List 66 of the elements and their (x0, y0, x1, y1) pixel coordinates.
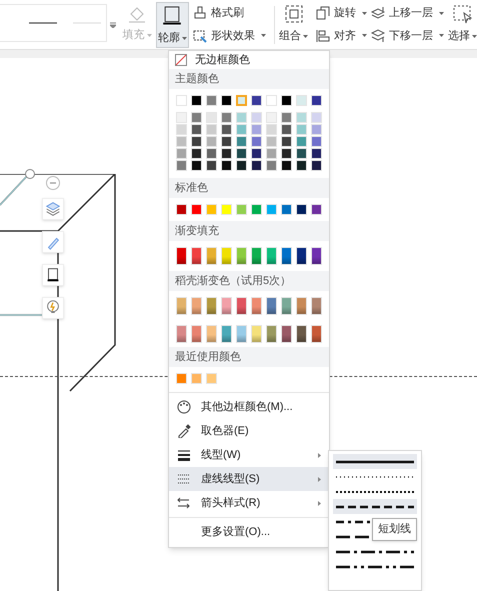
caret-icon (439, 12, 444, 15)
menu-item[interactable]: 取色器(E) (169, 419, 329, 443)
section-header: 渐变填充 (169, 221, 329, 241)
line-preview-icon (29, 22, 57, 24)
menu-item[interactable]: 更多设置(O)... (169, 520, 329, 544)
caret-icon (261, 34, 266, 38)
menu-item[interactable]: 线型(W) (169, 443, 329, 467)
caret-icon (303, 34, 308, 38)
tool-button[interactable]: 形状效果 (193, 28, 266, 44)
menu-item[interactable]: 无边框颜色 (169, 51, 329, 69)
rotate-icon (316, 6, 330, 20)
layer-down-icon (371, 28, 385, 43)
dash-style-item[interactable] (333, 454, 417, 469)
color-swatch[interactable] (236, 95, 247, 106)
resize-handle-icon (25, 169, 35, 179)
caret-icon (362, 12, 367, 15)
tool-button[interactable]: 格式刷 (193, 5, 266, 22)
submenu-arrow-icon (318, 500, 321, 506)
caret-icon (472, 34, 477, 38)
outline-icon (161, 4, 184, 26)
outline-button[interactable]: 轮廓 (156, 2, 190, 48)
layers-icon (44, 200, 62, 218)
line-preview-icon (73, 22, 101, 24)
more-icon (110, 22, 116, 28)
dash-pattern-icon (336, 564, 414, 568)
caret-icon (146, 34, 152, 37)
group-button[interactable]: 组合 (279, 4, 308, 45)
dashed-lines-icon (177, 472, 191, 486)
paint-bucket-icon (127, 5, 148, 24)
dash-pattern-icon (336, 504, 414, 508)
menu-item[interactable]: 箭头样式(R) (169, 491, 329, 515)
caret-icon (439, 34, 444, 38)
tool-button[interactable]: 旋转 (316, 5, 367, 22)
tool-button[interactable]: 上移一层 (371, 5, 444, 22)
palette-icon (177, 400, 191, 414)
submenu-arrow-icon (318, 476, 321, 482)
align-icon (316, 28, 330, 43)
menu-item[interactable]: 虚线线型(S) (169, 467, 329, 491)
tooltip: 短划线 (372, 518, 417, 540)
no-color-icon (175, 54, 187, 66)
floating-tool-button[interactable] (42, 264, 64, 286)
line-weight-icon (177, 448, 191, 462)
section-header: 稻壳渐变色（试用5次） (169, 271, 329, 291)
minus-icon (50, 182, 56, 184)
selection-icon (452, 4, 472, 24)
caret-icon (182, 36, 187, 40)
menu-item[interactable]: 其他边框颜色(M)... (169, 395, 329, 419)
section-header: 标准色 (169, 178, 329, 198)
eyedropper-icon (177, 424, 191, 438)
caret-icon (362, 34, 367, 38)
dash-pattern-icon (336, 550, 414, 554)
format-brush-icon (193, 6, 208, 20)
select-button[interactable]: 选择 (448, 4, 477, 45)
collapse-button[interactable] (46, 176, 60, 190)
tool-button[interactable]: 对齐 (316, 28, 367, 44)
arrow-style-icon (177, 496, 191, 510)
section-header: 最近使用颜色 (169, 347, 329, 367)
group-icon (284, 4, 304, 24)
dash-pattern-icon (336, 460, 414, 464)
dash-pattern-icon (336, 490, 414, 494)
tool-button[interactable]: 下移一层 (371, 28, 444, 44)
section-header: 主题颜色 (169, 69, 329, 89)
dash-style-item[interactable] (333, 499, 417, 514)
shape-effect-icon (193, 28, 208, 43)
submenu-arrow-icon (318, 452, 321, 458)
layer-up-icon (371, 6, 385, 20)
